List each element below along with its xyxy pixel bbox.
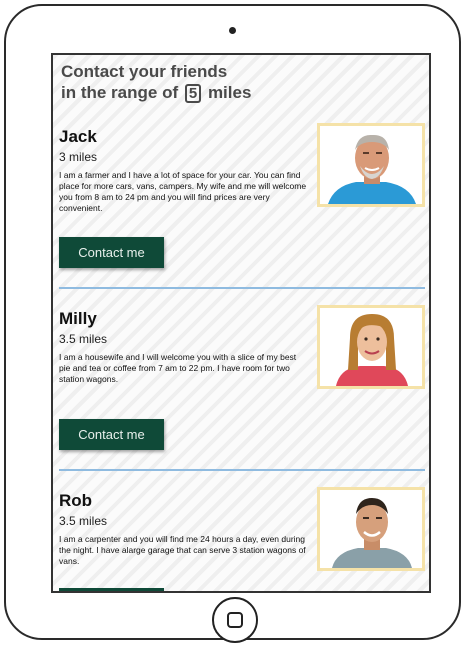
older-man-portrait: [320, 126, 422, 204]
camera-icon: [229, 27, 236, 34]
contact-card-jack: Jack 3 miles I am a farmer and I have a …: [53, 115, 429, 297]
contact-name: Milly: [59, 309, 97, 328]
woman-portrait: [320, 308, 422, 386]
contact-name: Jack: [59, 127, 97, 146]
contact-photo: [317, 305, 425, 389]
contact-description: I am a farmer and I have a lot of space …: [59, 170, 307, 213]
heading-prefix: in the range of: [61, 83, 179, 102]
contact-description: I am a housewife and I will welcome you …: [59, 352, 297, 384]
partial-contact-button[interactable]: [59, 588, 164, 591]
contact-distance: 3 miles: [59, 150, 98, 164]
contact-photo: [317, 487, 425, 571]
contact-description: I am a carpenter and you will find me 24…: [59, 534, 306, 566]
page-heading: Contact your friends in the range of 5 m…: [61, 61, 251, 103]
contact-name: Rob: [59, 491, 93, 510]
contact-card-rob: Rob 3.5 miles I am a carpenter and you w…: [53, 479, 429, 591]
card-divider: [59, 469, 425, 471]
home-button[interactable]: [212, 597, 258, 643]
home-square-icon: [227, 612, 243, 628]
heading-line-1: Contact your friends: [61, 62, 228, 81]
heading-line-2: in the range of 5 miles: [61, 82, 251, 103]
contact-card-milly: Milly 3.5 miles I am a housewife and I w…: [53, 297, 429, 479]
card-divider: [59, 287, 425, 289]
heading-suffix: miles: [207, 83, 252, 102]
contact-distance: 3.5 miles: [59, 514, 108, 528]
range-value-input[interactable]: 5: [184, 84, 202, 103]
young-man-portrait: [320, 490, 422, 568]
contact-me-button[interactable]: Contact me: [59, 419, 164, 450]
contact-photo: [317, 123, 425, 207]
contact-me-button[interactable]: Contact me: [59, 237, 164, 268]
contact-distance: 3.5 miles: [59, 332, 108, 346]
screen[interactable]: Contact your friends in the range of 5 m…: [51, 53, 431, 593]
